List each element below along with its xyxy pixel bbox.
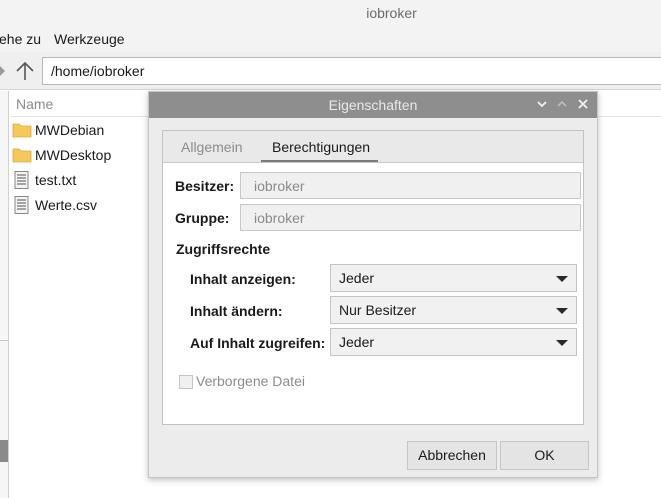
dialog-titlebar[interactable]: Eigenschaften (149, 92, 597, 118)
tab-panel: Allgemein Berechtigungen Besitzer: iobro… (162, 130, 584, 425)
tab-strip: Allgemein Berechtigungen (163, 131, 583, 163)
folder-icon (12, 123, 32, 138)
view-content-select[interactable]: Jeder (330, 264, 577, 292)
column-header-name-label: Name (16, 96, 54, 112)
chevron-down-icon (556, 340, 568, 346)
chevron-down-icon[interactable] (535, 97, 549, 111)
text-file-icon (14, 196, 29, 214)
file-item-label: MWDesktop (35, 147, 112, 163)
menubar: ehe zu Werkzeuge (0, 28, 661, 52)
file-item-label: test.txt (35, 172, 77, 188)
access-content-value: Jeder (339, 334, 375, 350)
side-pane[interactable] (0, 91, 9, 498)
owner-field: iobroker (240, 172, 581, 199)
access-content-select[interactable]: Jeder (330, 328, 577, 356)
group-field: iobroker (240, 204, 581, 231)
folder-icon (12, 148, 32, 163)
window-title: iobroker (366, 5, 417, 21)
active-tab-indicator (261, 160, 378, 162)
file-item-label: MWDebian (35, 122, 105, 138)
file-item-label: Werte.csv (35, 197, 97, 213)
group-label: Gruppe: (175, 210, 230, 226)
chevron-down-icon (556, 276, 568, 282)
chevron-down-icon (556, 308, 568, 314)
owner-label: Besitzer: (175, 178, 235, 194)
tab-general[interactable]: Allgemein (181, 139, 242, 155)
forward-arrow-icon[interactable] (0, 66, 6, 76)
up-arrow-icon[interactable] (14, 60, 36, 82)
toolbar: /home/iobroker (0, 52, 661, 90)
access-content-label: Auf Inhalt zugreifen: (190, 335, 326, 351)
hidden-file-label: Verborgene Datei (196, 373, 305, 389)
hidden-file-checkbox[interactable] (179, 375, 193, 389)
window-titlebar: iobroker (0, 0, 661, 28)
properties-dialog: Eigenschaften Allgemein Berechtigungen B… (148, 91, 598, 478)
ok-button[interactable]: OK (500, 441, 589, 470)
change-content-label: Inhalt ändern: (190, 303, 283, 319)
access-rights-heading: Zugriffsrechte (176, 241, 271, 257)
group-value: iobroker (254, 210, 305, 226)
side-pane-selected-item[interactable] (0, 440, 8, 462)
chevron-up-icon[interactable] (555, 97, 569, 111)
column-header-name[interactable]: Name (10, 91, 150, 117)
dialog-title: Eigenschaften (328, 97, 418, 113)
menu-item-go[interactable]: ehe zu (0, 31, 41, 47)
text-file-icon (14, 171, 29, 189)
column-header-extra[interactable] (597, 91, 661, 117)
view-content-value: Jeder (339, 270, 375, 286)
side-pane-divider (0, 340, 9, 341)
path-input[interactable]: /home/iobroker (42, 57, 661, 85)
change-content-select[interactable]: Nur Besitzer (330, 296, 577, 324)
change-content-value: Nur Besitzer (339, 302, 417, 318)
tab-permissions[interactable]: Berechtigungen (272, 139, 370, 155)
cancel-button[interactable]: Abbrechen (407, 441, 497, 470)
path-text: /home/iobroker (51, 63, 145, 79)
view-content-label: Inhalt anzeigen: (190, 271, 296, 287)
menu-item-tools[interactable]: Werkzeuge (54, 31, 125, 47)
close-icon[interactable] (576, 97, 590, 111)
owner-value: iobroker (254, 178, 305, 194)
